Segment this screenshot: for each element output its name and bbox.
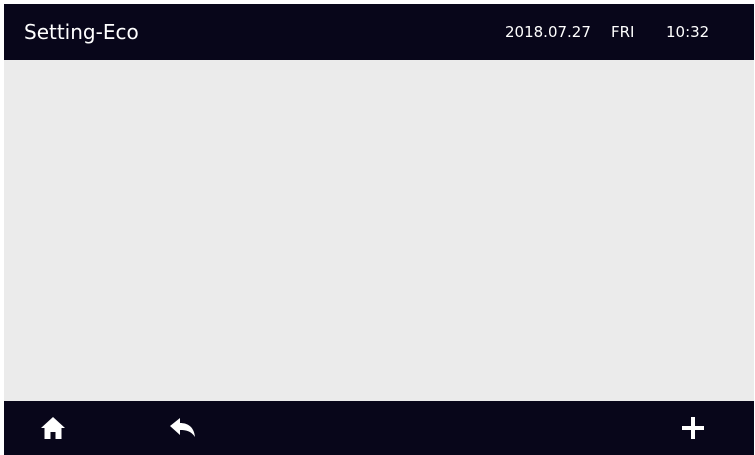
add-button[interactable] (666, 401, 720, 455)
back-button[interactable] (156, 401, 210, 455)
plus-icon (682, 417, 704, 439)
date-display: 2018.07.27 (505, 23, 591, 41)
content-area (4, 60, 754, 401)
screen: Setting-Eco 2018.07.27 FRI 10:32 (4, 4, 754, 455)
day-display: FRI (611, 23, 635, 41)
home-button[interactable] (26, 401, 80, 455)
back-arrow-icon (170, 418, 195, 437)
home-icon (41, 417, 65, 439)
time-display: 10:32 (666, 23, 710, 41)
page-title: Setting-Eco (24, 20, 139, 44)
header-bar: Setting-Eco 2018.07.27 FRI 10:32 (4, 4, 754, 60)
footer-bar (4, 401, 754, 455)
